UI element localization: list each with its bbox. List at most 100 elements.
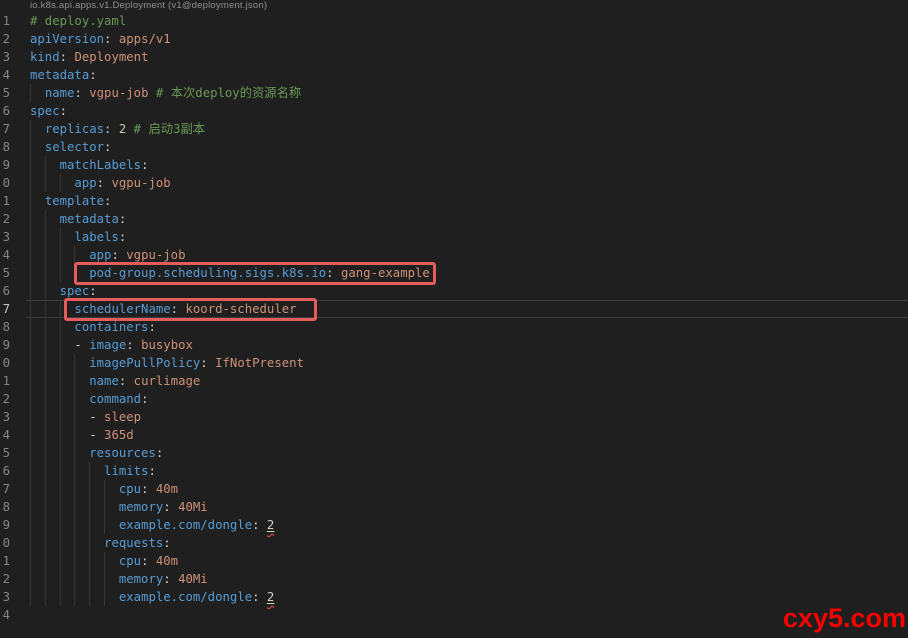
line-number[interactable]: 9 (0, 516, 10, 534)
code-text[interactable]: containers: (30, 318, 908, 336)
code-line[interactable]: 7 schedulerName: koord-scheduler (0, 297, 908, 321)
code-line[interactable]: 5 pod-group.scheduling.sigs.k8s.io: gang… (0, 261, 908, 285)
code-line[interactable]: 1 name: curlimage (0, 372, 908, 390)
code-line[interactable]: 1 template: (0, 192, 908, 210)
code-line[interactable]: 4 - 365d (0, 426, 908, 444)
line-number[interactable]: 2 (0, 30, 10, 48)
code-text[interactable]: - image: busybox (30, 336, 908, 354)
line-number[interactable]: 1 (0, 552, 10, 570)
line-number[interactable]: 5 (0, 444, 10, 462)
code-line[interactable]: 1 cpu: 40m (0, 552, 908, 570)
code-text[interactable]: app: vgpu-job (30, 246, 908, 264)
code-line[interactable]: 9 - image: busybox (0, 336, 908, 354)
code-line[interactable]: 6 limits: (0, 462, 908, 480)
code-line[interactable]: 5 resources: (0, 444, 908, 462)
line-number[interactable]: 6 (0, 282, 10, 300)
code-text[interactable]: command: (30, 390, 908, 408)
code-text[interactable]: - 365d (30, 426, 908, 444)
code-text[interactable]: template: (30, 192, 908, 210)
code-line[interactable]: 2 command: (0, 390, 908, 408)
code-text[interactable]: memory: 40Mi (30, 498, 908, 516)
line-number[interactable]: 6 (0, 462, 10, 480)
line-number[interactable]: 2 (0, 210, 10, 228)
code-text[interactable]: schedulerName: koord-scheduler (30, 297, 908, 321)
code-text[interactable] (30, 606, 908, 624)
line-number[interactable]: 5 (0, 264, 10, 282)
code-line[interactable]: 9 example.com/dongle: 2 (0, 516, 908, 534)
line-number[interactable]: 9 (0, 336, 10, 354)
code-line[interactable]: 2 apiVersion: apps/v1 (0, 30, 908, 48)
code-text[interactable]: spec: (30, 282, 908, 300)
code-line[interactable]: 6 spec: (0, 282, 908, 300)
code-line[interactable]: 5 name: vgpu-job # 本次deploy的资源名称 (0, 84, 908, 102)
line-number[interactable]: 4 (0, 246, 10, 264)
line-number[interactable]: 7 (0, 480, 10, 498)
line-number[interactable]: 6 (0, 102, 10, 120)
code-text[interactable]: memory: 40Mi (30, 570, 908, 588)
code-text[interactable]: apiVersion: apps/v1 (30, 30, 908, 48)
code-line[interactable]: 2 memory: 40Mi (0, 570, 908, 588)
line-number[interactable]: 8 (0, 318, 10, 336)
code-line[interactable]: 9 matchLabels: (0, 156, 908, 174)
code-line[interactable]: 6 spec: (0, 102, 908, 120)
code-line[interactable]: 8 memory: 40Mi (0, 498, 908, 516)
code-line[interactable]: 7 cpu: 40m (0, 480, 908, 498)
code-line[interactable]: 2 metadata: (0, 210, 908, 228)
line-number[interactable]: 4 (0, 66, 10, 84)
code-text[interactable]: pod-group.scheduling.sigs.k8s.io: gang-e… (30, 261, 908, 285)
code-text[interactable]: name: vgpu-job # 本次deploy的资源名称 (30, 84, 908, 102)
line-number[interactable]: 1 (0, 192, 10, 210)
line-number[interactable]: 2 (0, 570, 10, 588)
code-line[interactable]: 0 requests: (0, 534, 908, 552)
code-line[interactable]: 4 (0, 606, 908, 624)
line-number[interactable]: 1 (0, 12, 10, 30)
code-text[interactable]: spec: (30, 102, 908, 120)
code-text[interactable]: resources: (30, 444, 908, 462)
code-line[interactable]: 3 labels: (0, 228, 908, 246)
code-line[interactable]: 4 app: vgpu-job (0, 246, 908, 264)
code-text[interactable]: kind: Deployment (30, 48, 908, 66)
code-text[interactable]: metadata: (30, 66, 908, 84)
line-number[interactable]: 0 (0, 174, 10, 192)
code-text[interactable]: - sleep (30, 408, 908, 426)
line-number[interactable]: 9 (0, 156, 10, 174)
code-line[interactable]: 3 kind: Deployment (0, 48, 908, 66)
line-number[interactable]: 8 (0, 138, 10, 156)
code-line[interactable]: 0 imagePullPolicy: IfNotPresent (0, 354, 908, 372)
code-text[interactable]: metadata: (30, 210, 908, 228)
code-text[interactable]: app: vgpu-job (30, 174, 908, 192)
line-number[interactable]: 8 (0, 498, 10, 516)
code-text[interactable]: limits: (30, 462, 908, 480)
code-text[interactable]: requests: (30, 534, 908, 552)
code-line[interactable]: 7 replicas: 2 # 启动3副本 (0, 120, 908, 138)
code-text[interactable]: cpu: 40m (30, 552, 908, 570)
code-line[interactable]: 1 # deploy.yaml (0, 12, 908, 30)
line-number[interactable]: 2 (0, 390, 10, 408)
line-number[interactable]: 7 (0, 120, 10, 138)
code-line[interactable]: 4 metadata: (0, 66, 908, 84)
code-line[interactable]: 8 containers: (0, 318, 908, 336)
line-number[interactable]: 0 (0, 534, 10, 552)
line-number[interactable]: 3 (0, 408, 10, 426)
code-text[interactable]: name: curlimage (30, 372, 908, 390)
code-line[interactable]: 0 app: vgpu-job (0, 174, 908, 192)
code-text[interactable]: selector: (30, 138, 908, 156)
line-number[interactable]: 1 (0, 372, 10, 390)
line-number[interactable]: 4 (0, 426, 10, 444)
code-line[interactable]: 3 - sleep (0, 408, 908, 426)
line-number[interactable]: 7 (0, 300, 10, 318)
line-number[interactable]: 3 (0, 48, 10, 66)
code-text[interactable]: # deploy.yaml (30, 12, 908, 30)
line-number[interactable]: 4 (0, 606, 10, 624)
line-number[interactable]: 3 (0, 588, 10, 606)
code-text[interactable]: example.com/dongle: 2 (30, 588, 908, 606)
code-text[interactable]: labels: (30, 228, 908, 246)
code-text[interactable]: matchLabels: (30, 156, 908, 174)
code-text[interactable]: imagePullPolicy: IfNotPresent (30, 354, 908, 372)
code-text[interactable]: replicas: 2 # 启动3副本 (30, 120, 908, 138)
code-text[interactable]: cpu: 40m (30, 480, 908, 498)
code-line[interactable]: 3 example.com/dongle: 2 (0, 588, 908, 606)
line-number[interactable]: 5 (0, 84, 10, 102)
line-number[interactable]: 3 (0, 228, 10, 246)
code-line[interactable]: 8 selector: (0, 138, 908, 156)
